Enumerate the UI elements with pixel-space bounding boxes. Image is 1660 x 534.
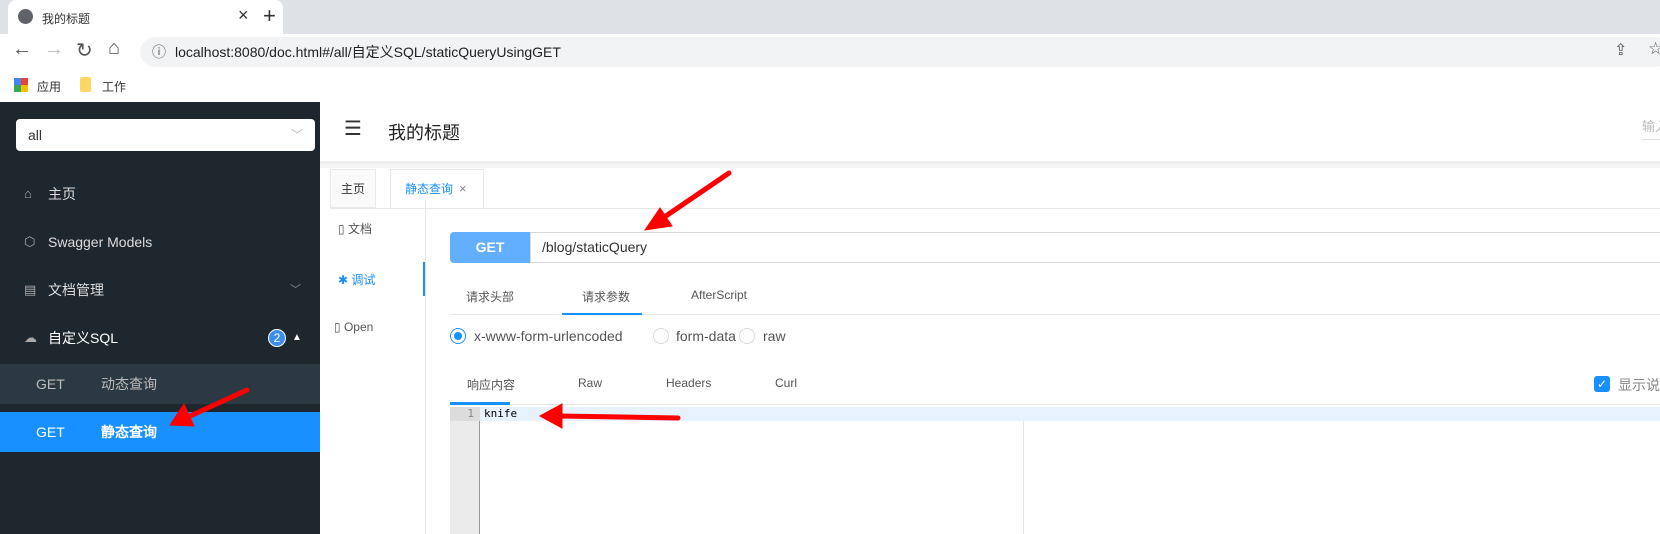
side-nav-label: 调试 xyxy=(351,273,376,287)
sidebar-item-doc-management[interactable]: ▤ 文档管理 ﹀ xyxy=(0,266,320,314)
group-select-value: all xyxy=(28,127,43,143)
url-path-input[interactable]: /blog/staticQuery xyxy=(530,232,1660,263)
side-nav-active-indicator xyxy=(423,262,425,296)
side-nav-open[interactable]: ▯ Open xyxy=(334,320,373,334)
chevron-up-icon: ▲ xyxy=(292,332,302,343)
browser-tab-strip: 我的标题 × + xyxy=(0,0,1660,34)
method-badge: GET xyxy=(450,232,530,263)
sidebar-item-label: Swagger Models xyxy=(48,234,153,250)
tab-title: 我的标题 xyxy=(42,12,91,26)
chevron-down-icon: ﹀ xyxy=(290,284,301,296)
page-title: 我的标题 xyxy=(388,123,460,143)
line-gutter xyxy=(450,407,480,534)
tab-raw[interactable]: Raw xyxy=(578,376,602,390)
side-nav-label: 文档 xyxy=(347,222,372,236)
doc-settings-icon: ▤ xyxy=(24,282,37,297)
sidebar-item-label: 自定义SQL xyxy=(48,330,119,346)
sidebar-item-swagger-models[interactable]: ⬡ Swagger Models xyxy=(0,218,320,266)
tab-headers[interactable]: Headers xyxy=(666,376,711,390)
close-icon[interactable]: × xyxy=(459,181,467,196)
sidebar-item-custom-sql[interactable]: ☁ 自定义SQL 2 ▲ xyxy=(0,314,320,362)
sidebar: all ﹀ ⌂ 主页 ⬡ Swagger Models ▤ 文档管理 ﹀ ☁ 自定义SQL… xyxy=(0,102,320,534)
radio-label: raw xyxy=(763,328,786,344)
cube-icon: ⬡ xyxy=(24,234,36,249)
response-line: knife xyxy=(484,407,518,420)
endpoint-name: 静态查询 xyxy=(101,424,157,440)
reload-icon[interactable]: ↻ xyxy=(76,38,93,63)
side-nav-label: Open xyxy=(343,320,374,334)
sidebar-item-label: 文档管理 xyxy=(48,282,104,298)
cloud-icon: ☁ xyxy=(24,330,37,345)
radio-raw[interactable] xyxy=(739,328,755,344)
tab-label: 静态查询 xyxy=(405,182,454,196)
folder-icon xyxy=(80,77,91,92)
bug-icon: ✱ xyxy=(338,273,352,287)
tab-afterscript[interactable]: AfterScript xyxy=(691,288,747,302)
chevron-down-icon: ﹀ xyxy=(290,128,303,142)
home-icon[interactable]: ⌂ xyxy=(108,37,120,60)
radio-label: form-data xyxy=(676,328,736,344)
side-nav-doc[interactable]: ▯ 文档 xyxy=(338,220,372,237)
menu-fold-icon[interactable]: ☰ xyxy=(344,116,362,141)
tab-request-headers[interactable]: 请求头部 xyxy=(466,288,514,305)
tab-response-content[interactable]: 响应内容 xyxy=(467,376,515,393)
main-area: ☰ 我的标题 输入 主页 静态查询× ▯ 文档 ✱ 调试 ▯ Open GET … xyxy=(320,102,1660,534)
page-tab-static-query[interactable]: 静态查询 × xyxy=(390,169,484,209)
side-nav-divider xyxy=(425,200,426,534)
forward-icon[interactable]: → xyxy=(44,38,64,61)
url-text: localhost:8080/doc.html#/all/自定义SQL/stat… xyxy=(175,44,561,60)
home-icon: ⌂ xyxy=(24,186,32,201)
endpoint-item[interactable]: GET 动态查询 xyxy=(0,364,320,404)
radio-label: x-www-form-urlencoded xyxy=(474,328,623,344)
url-field[interactable]: ⓘ localhost:8080/doc.html#/all/自定义SQL/st… xyxy=(140,37,1660,67)
bookmarks-bar: 应用 工作 xyxy=(0,68,1660,102)
new-tab-button[interactable]: + xyxy=(263,3,276,29)
info-icon: ⓘ xyxy=(152,44,166,60)
show-desc-checkbox[interactable]: ✓ xyxy=(1594,376,1610,392)
endpoint-item-selected[interactable]: GET 静态查询 xyxy=(0,412,320,452)
side-nav-debug[interactable]: ✱ 调试 xyxy=(338,271,375,288)
group-select[interactable]: all ﹀ xyxy=(16,119,315,151)
radio-urlencoded[interactable] xyxy=(450,328,466,344)
method-label: GET xyxy=(36,424,65,440)
bookmark-apps[interactable]: 应用 xyxy=(37,78,61,95)
star-icon[interactable]: ☆ xyxy=(1648,39,1660,59)
count-badge: 2 xyxy=(268,329,286,347)
active-line xyxy=(450,407,1660,421)
document-icon: ▯ xyxy=(338,222,348,236)
tab-close-icon[interactable]: × xyxy=(238,5,249,26)
address-bar-row: ← → ↻ ⌂ ⓘ localhost:8080/doc.html#/all/自… xyxy=(0,34,1660,68)
globe-icon xyxy=(18,9,33,24)
print-margin xyxy=(1023,421,1024,534)
radio-form-data[interactable] xyxy=(653,328,669,344)
bookmark-work[interactable]: 工作 xyxy=(102,78,126,95)
method-label: GET xyxy=(36,376,65,392)
sidebar-item-home[interactable]: ⌂ 主页 xyxy=(0,170,320,218)
back-icon[interactable]: ← xyxy=(12,38,32,61)
tab-label: 主页 xyxy=(340,182,365,196)
sidebar-item-label: 主页 xyxy=(48,186,76,202)
response-editor[interactable]: 1 knife xyxy=(450,407,1660,534)
apps-grid-icon xyxy=(14,78,28,92)
show-desc-label: 显示说 xyxy=(1618,377,1660,393)
endpoint-name: 动态查询 xyxy=(101,376,157,392)
line-number: 1 xyxy=(467,407,474,420)
tab-curl[interactable]: Curl xyxy=(775,376,797,390)
share-icon[interactable]: ⇪ xyxy=(1614,40,1628,60)
tab-request-params[interactable]: 请求参数 xyxy=(582,288,630,305)
browser-tab[interactable]: 我的标题 × xyxy=(8,0,283,34)
active-tab-underline xyxy=(450,402,510,405)
active-tab-underline xyxy=(562,313,642,315)
search-placeholder: 输入 xyxy=(1642,119,1660,134)
search-input[interactable]: 输入 xyxy=(1642,116,1660,140)
page-tab-home[interactable]: 主页 xyxy=(330,169,376,208)
file-icon: ▯ xyxy=(334,320,344,334)
